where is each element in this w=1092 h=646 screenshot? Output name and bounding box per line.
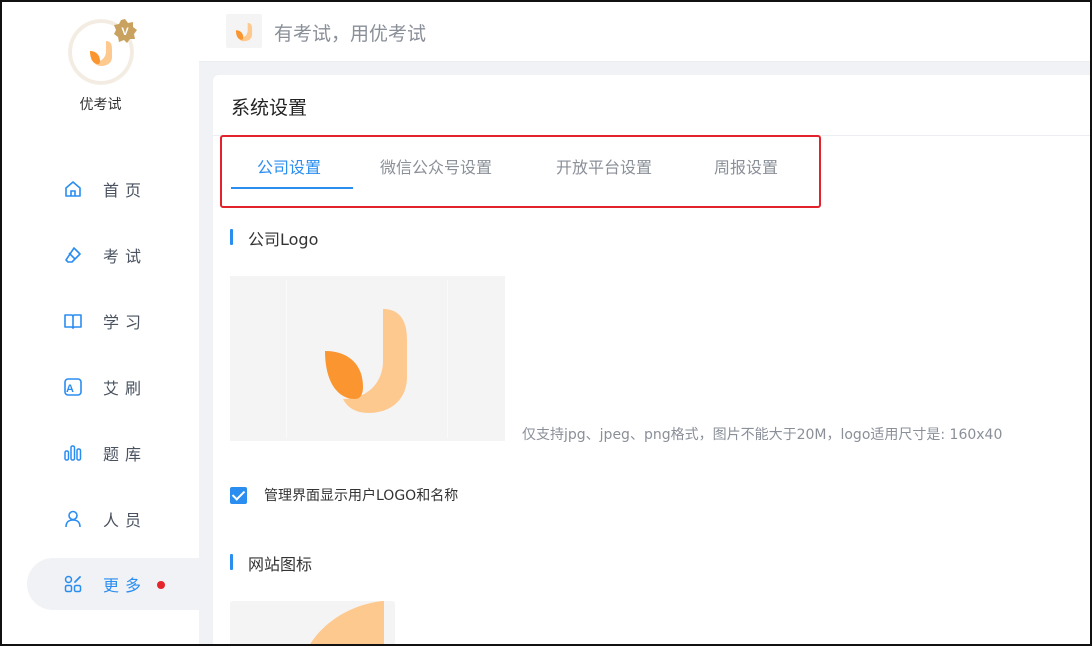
bar-chart-icon [64,445,82,461]
settings-panel: 系统设置 公司设置 微信公众号设置 开放平台设置 周报设置 公司Logo 仅支持… [213,75,1090,646]
tab-wechat-settings[interactable]: 微信公众号设置 [380,154,492,178]
nav-label-question-bank: 题库 [103,445,148,464]
nav-item-practice[interactable]: A 艾刷 [27,361,199,413]
company-logo-image [325,309,407,413]
notification-dot [157,581,165,589]
nav-item-study[interactable]: 学习 [27,295,199,347]
tab-open-platform-settings[interactable]: 开放平台设置 [556,154,652,178]
eraser-icon [65,247,81,263]
brand-name: 优考试 [79,97,122,113]
top-header: 有考试，用优考试 [199,2,1090,62]
nav-label-practice: 艾刷 [103,379,148,398]
book-icon [64,314,82,329]
header-slogan: 有考试，用优考试 [274,23,427,45]
letter-a-icon: A [64,378,82,396]
company-logo-upload[interactable] [230,276,505,441]
settings-tabs: 公司设置 微信公众号设置 开放平台设置 周报设置 [221,135,819,208]
sidebar: V 优考试 首页 考试 学习 A 艾刷 题库 人员 更多 [2,2,199,644]
favicon-image [308,601,384,646]
svg-text:A: A [66,383,80,395]
svg-text:V: V [121,26,129,38]
brand-logo-icon [235,22,253,42]
company-logo-heading: 公司Logo [230,226,318,250]
nav-item-home[interactable]: 首页 [27,163,199,215]
nav-label-study: 学习 [103,313,148,332]
tab-weekly-report-settings[interactable]: 周报设置 [714,154,778,178]
show-logo-option: 管理界面显示用户LOGO和名称 [230,485,458,505]
show-logo-checkbox-label: 管理界面显示用户LOGO和名称 [264,488,459,504]
nav-label-people: 人员 [103,511,148,530]
tab-company-settings[interactable]: 公司设置 [257,154,321,178]
nav-item-people[interactable]: 人员 [27,493,199,545]
home-icon [65,181,81,197]
nav-item-more[interactable]: 更多 [27,558,199,610]
active-tab-underline [231,187,353,189]
header-logo[interactable] [226,14,262,48]
nav-label-more: 更多 [103,576,148,595]
vip-badge-icon: V [114,19,137,43]
favicon-heading: 网站图标 [230,551,312,575]
logo-upload-hint: 仅支持jpg、jpeg、png格式，图片不能大于20M，logo适用尺寸是: 1… [522,427,1003,443]
page-title: 系统设置 [231,97,308,119]
apps-icon [64,575,82,593]
nav-item-question-bank[interactable]: 题库 [27,427,199,479]
nav-label-exam: 考试 [103,247,148,266]
user-icon [65,510,81,528]
nav-item-exam[interactable]: 考试 [27,229,199,281]
show-logo-checkbox[interactable] [230,486,247,504]
nav-label-home: 首页 [103,181,148,200]
favicon-upload[interactable] [230,601,395,646]
